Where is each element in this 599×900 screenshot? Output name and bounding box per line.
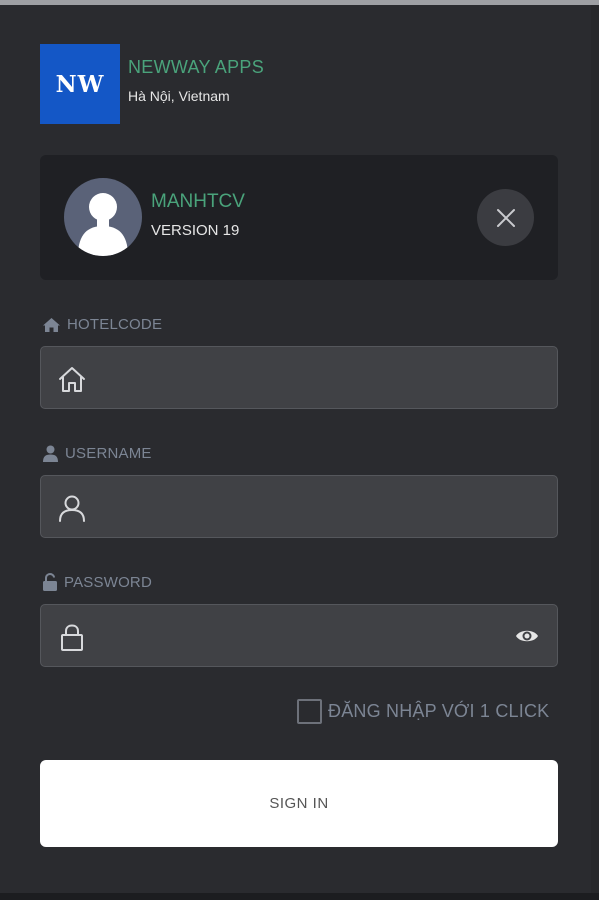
user-icon — [43, 445, 58, 462]
brand-logo: NW — [40, 44, 120, 124]
password-input[interactable] — [103, 605, 543, 666]
lock-outline-icon — [61, 624, 83, 651]
sign-in-button[interactable]: SIGN IN — [40, 760, 558, 847]
account-username: MANHTCV — [151, 191, 245, 212]
brand-name: NEWWAY APPS — [128, 57, 264, 77]
hotelcode-label: HOTELCODE — [42, 316, 162, 333]
brand-location: Hà Nội, Vietnam — [128, 88, 230, 104]
hotelcode-input[interactable] — [103, 347, 543, 408]
brand-header: NW NEWWAY APPS Hà Nội, Vietnam — [40, 44, 264, 124]
user-silhouette-icon — [78, 193, 128, 256]
saved-account-card[interactable]: MANHTCV VERSION 19 — [40, 155, 558, 280]
password-label-text: PASSWORD — [64, 573, 152, 591]
hotelcode-field[interactable] — [40, 346, 558, 409]
password-field[interactable] — [40, 604, 558, 667]
user-outline-icon — [59, 495, 85, 522]
right-edge — [591, 5, 599, 893]
eye-icon[interactable] — [515, 626, 539, 646]
hotelcode-label-text: HOTELCODE — [67, 316, 163, 333]
unlock-icon — [43, 573, 57, 591]
window-top-bar — [0, 0, 599, 5]
one-click-label: ĐĂNG NHẬP VỚI 1 CLICK — [328, 701, 550, 721]
house-outline-icon — [59, 367, 85, 392]
one-click-login-option[interactable]: ĐĂNG NHẬP VỚI 1 CLICK — [297, 699, 549, 724]
bottom-bar — [0, 893, 599, 900]
remove-account-button[interactable] — [477, 189, 534, 246]
username-field[interactable] — [40, 475, 558, 538]
close-icon — [496, 208, 515, 227]
username-label-text: USERNAME — [65, 445, 152, 462]
avatar — [64, 178, 142, 256]
password-label: PASSWORD — [42, 573, 152, 591]
home-icon — [43, 317, 60, 332]
username-input[interactable] — [103, 476, 543, 537]
brand-text: NEWWAY APPS Hà Nội, Vietnam — [128, 57, 264, 124]
one-click-checkbox[interactable] — [297, 699, 322, 724]
username-label: USERNAME — [42, 445, 152, 462]
account-version: VERSION 19 — [151, 222, 240, 239]
